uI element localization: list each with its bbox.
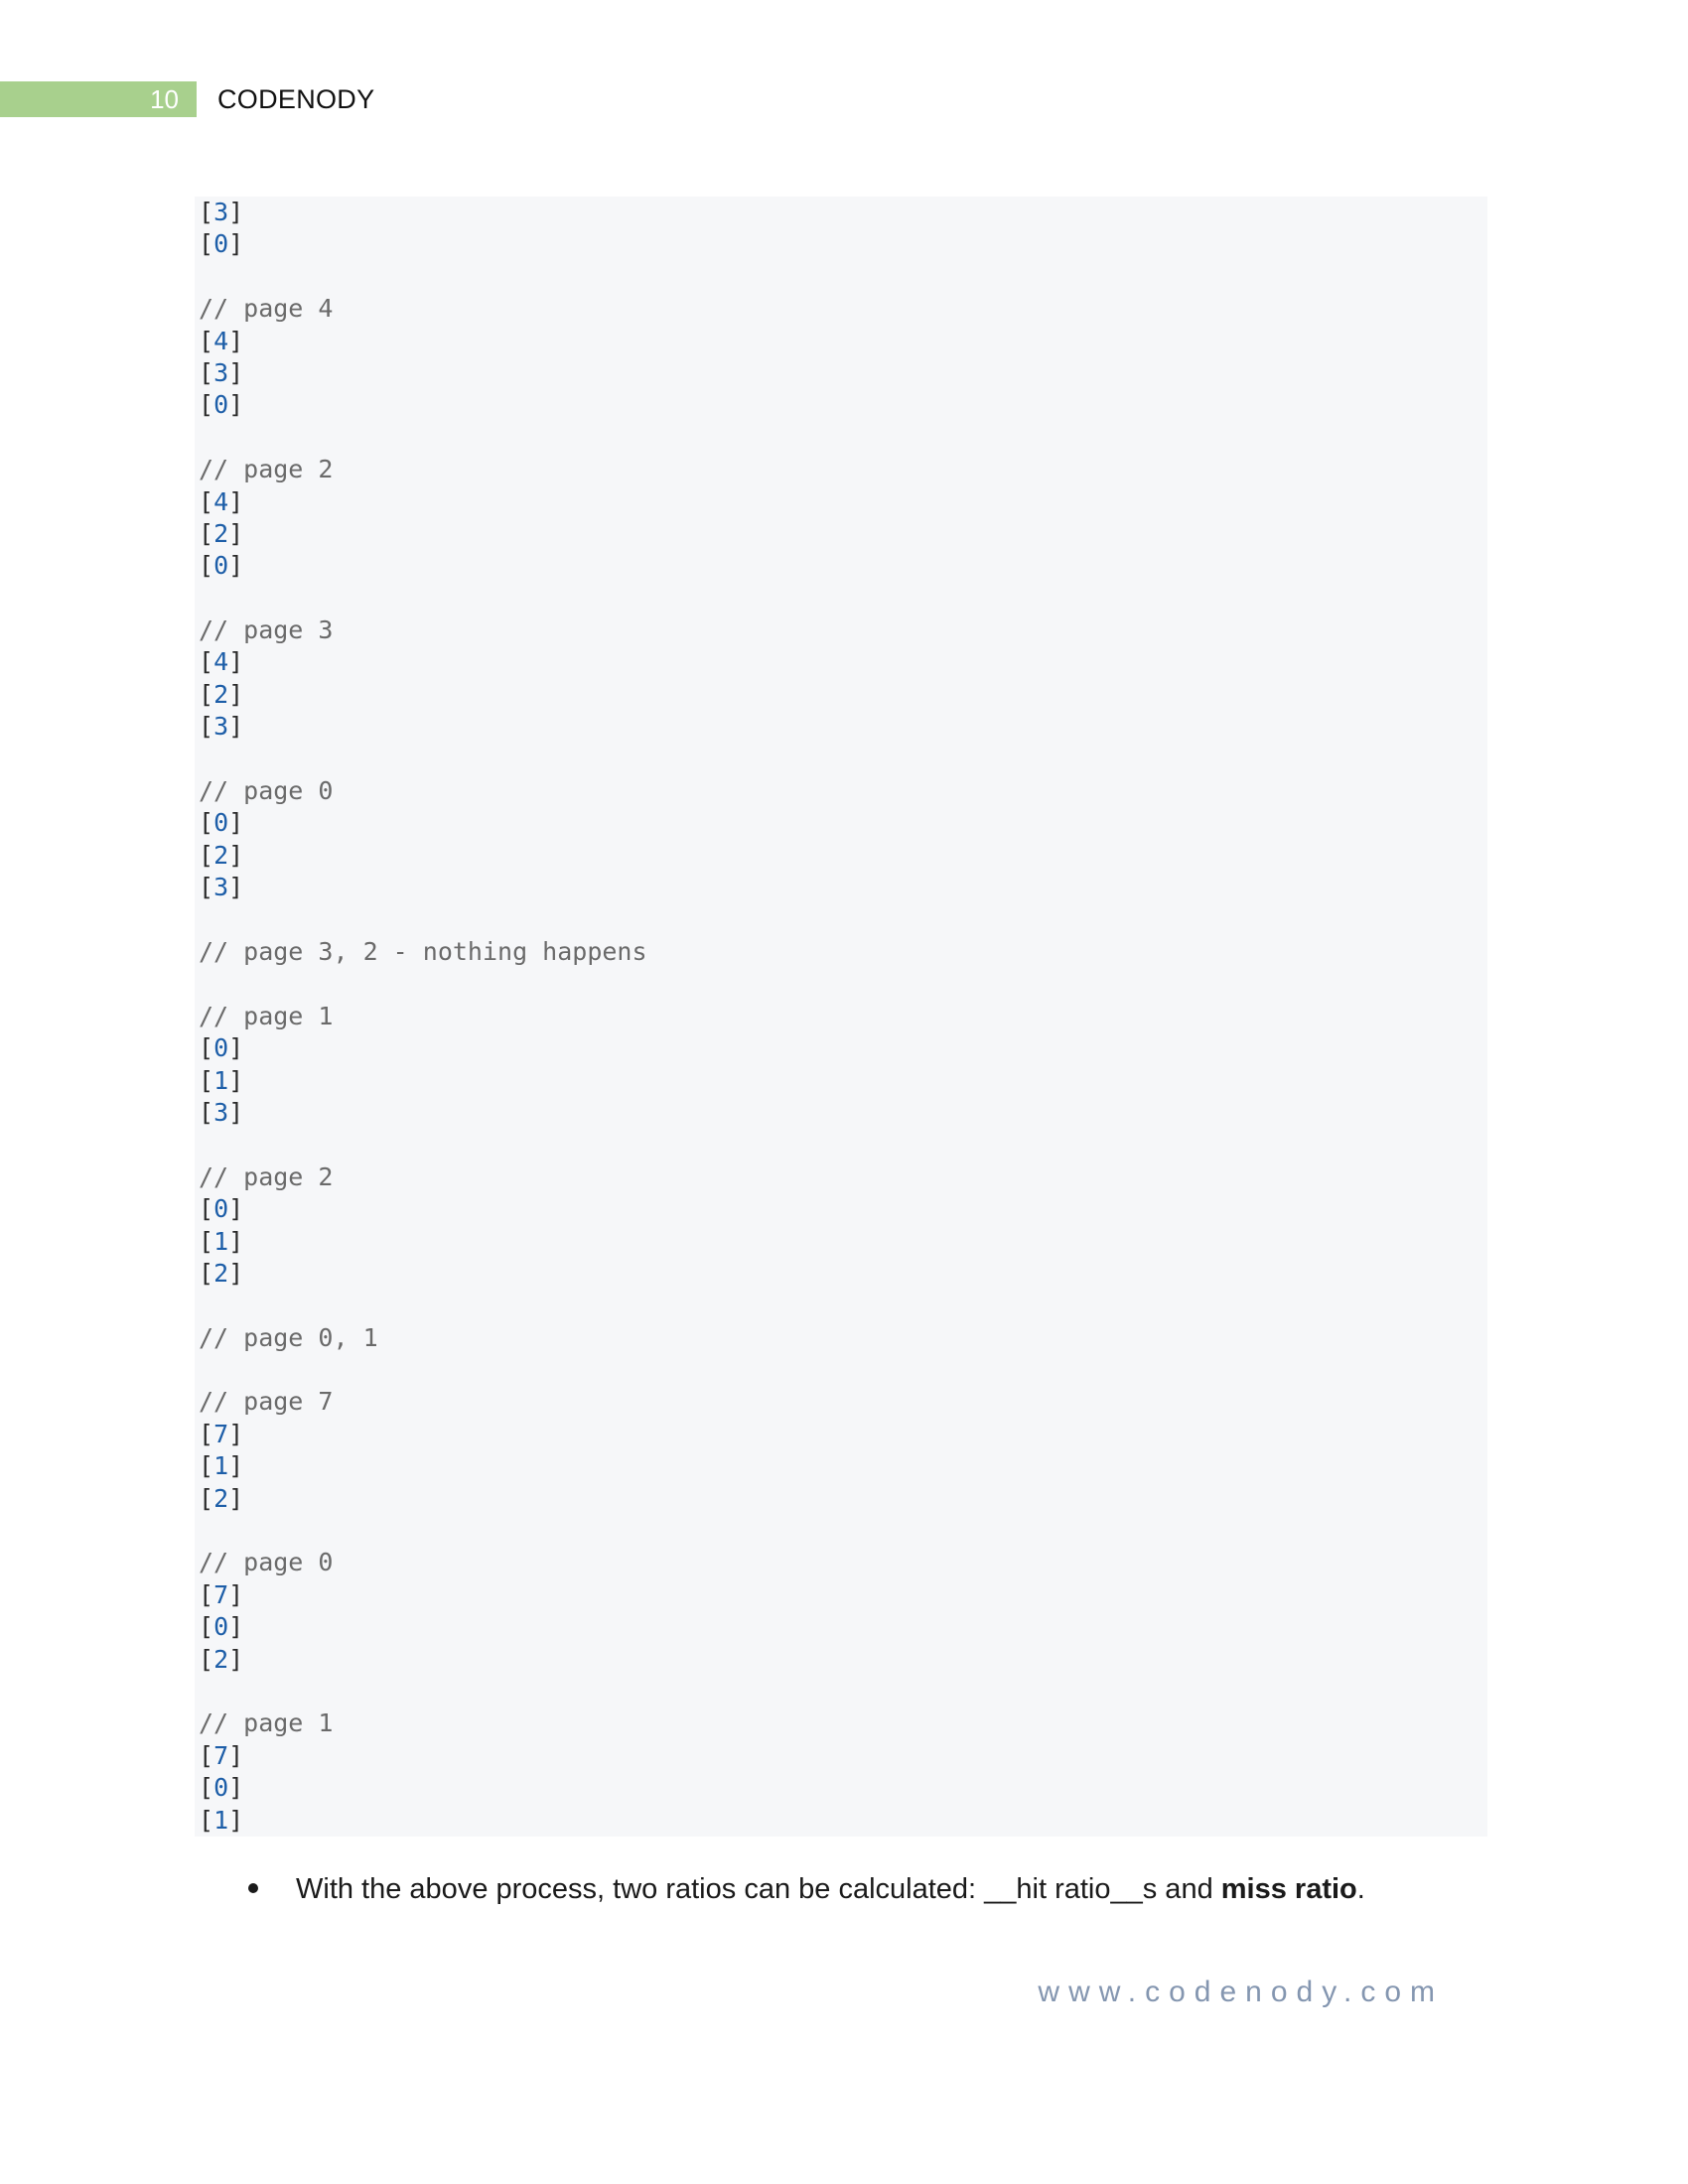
frame-value: 4 xyxy=(213,647,229,677)
code-comment-line: // page 1 xyxy=(199,1001,334,1030)
code-frame-line: [7] xyxy=(199,1419,244,1448)
code-frame-line: [2] xyxy=(199,1258,244,1288)
code-frame-line: [1] xyxy=(199,1065,244,1095)
brand-title: CODENODY xyxy=(217,84,375,114)
code-comment-line: // page 7 xyxy=(199,1387,334,1417)
frame-value: 7 xyxy=(213,1740,229,1770)
frame-value: 7 xyxy=(213,1579,229,1609)
frame-value: 2 xyxy=(213,1644,229,1674)
code-frame-line: [4] xyxy=(199,486,244,516)
frame-value: 3 xyxy=(213,873,229,902)
code-frame-line: [3] xyxy=(199,357,244,387)
frame-value: 3 xyxy=(213,712,229,742)
code-frame-line: [0] xyxy=(199,1033,244,1063)
frame-value: 0 xyxy=(213,229,229,259)
code-frame-line: [2] xyxy=(199,518,244,548)
code-comment-line: // page 3 xyxy=(199,615,334,645)
code-frame-line: [3] xyxy=(199,873,244,902)
frame-value: 2 xyxy=(213,1258,229,1288)
code-frame-line: [0] xyxy=(199,229,244,259)
bullet-text: With the above process, two ratios can b… xyxy=(296,1873,1221,1905)
bullet-icon xyxy=(242,1869,296,1909)
frame-value: 1 xyxy=(213,1451,229,1481)
code-frame-line: [2] xyxy=(199,1483,244,1513)
code-frame-line: [0] xyxy=(199,551,244,581)
code-comment-line: // page 0 xyxy=(199,1548,334,1577)
frame-value: 2 xyxy=(213,518,229,548)
frame-value: 0 xyxy=(213,1033,229,1063)
bullet-text-end: . xyxy=(1356,1873,1365,1905)
code-frame-line: [3] xyxy=(199,712,244,742)
code-frame-line: [0] xyxy=(199,1773,244,1803)
code-block: [3] [0] // page 4 [4] [3] [0] // page 2 [4] [2… xyxy=(195,197,1487,1837)
code-frame-line: [7] xyxy=(199,1579,244,1609)
code-frame-line: [7] xyxy=(199,1740,244,1770)
code-comment-line: // page 2 xyxy=(199,1161,334,1191)
footer-website: www.codenody.com xyxy=(1038,1976,1444,2008)
code-frame-line: [0] xyxy=(199,808,244,838)
frame-value: 0 xyxy=(213,390,229,420)
code-frame-line: [1] xyxy=(199,1805,244,1835)
code-comment-line: // page 1 xyxy=(199,1708,334,1738)
code-frame-line: [1] xyxy=(199,1451,244,1481)
code-frame-line: [1] xyxy=(199,1226,244,1256)
frame-value: 1 xyxy=(213,1226,229,1256)
code-frame-line: [3] xyxy=(199,198,244,226)
frame-value: 0 xyxy=(213,1612,229,1642)
frame-value: 7 xyxy=(213,1419,229,1448)
frame-value: 0 xyxy=(213,1194,229,1224)
frame-value: 3 xyxy=(213,198,229,226)
frame-value: 0 xyxy=(213,551,229,581)
code-frame-line: [0] xyxy=(199,390,244,420)
frame-value: 0 xyxy=(213,808,229,838)
code-comment-line: // page 2 xyxy=(199,455,334,484)
frame-value: 2 xyxy=(213,1483,229,1513)
code-frame-line: [4] xyxy=(199,326,244,355)
page-number: 10 xyxy=(150,84,179,114)
frame-value: 3 xyxy=(213,357,229,387)
frame-value: 1 xyxy=(213,1805,229,1835)
code-frame-line: [2] xyxy=(199,679,244,709)
frame-value: 1 xyxy=(213,1065,229,1095)
code-comment-line: // page 4 xyxy=(199,294,334,324)
code-frame-line: [2] xyxy=(199,840,244,870)
frame-value: 4 xyxy=(213,326,229,355)
code-comment-line: // page 0, 1 xyxy=(199,1322,378,1352)
frame-value: 4 xyxy=(213,486,229,516)
frame-value: 3 xyxy=(213,1097,229,1127)
code-comment-line: // page 3, 2 - nothing happens xyxy=(199,936,647,966)
code-frame-line: [0] xyxy=(199,1194,244,1224)
code-frame-line: [0] xyxy=(199,1612,244,1642)
code-frame-line: [2] xyxy=(199,1644,244,1674)
frame-value: 2 xyxy=(213,679,229,709)
code-frame-line: [3] xyxy=(199,1097,244,1127)
bullet-list-item: With the above process, two ratios can b… xyxy=(242,1869,1365,1909)
code-frame-line: [4] xyxy=(199,647,244,677)
frame-value: 0 xyxy=(213,1773,229,1803)
frame-value: 2 xyxy=(213,840,229,870)
code-comment-line: // page 0 xyxy=(199,776,334,806)
bullet-bold-text: miss ratio xyxy=(1220,1873,1357,1905)
